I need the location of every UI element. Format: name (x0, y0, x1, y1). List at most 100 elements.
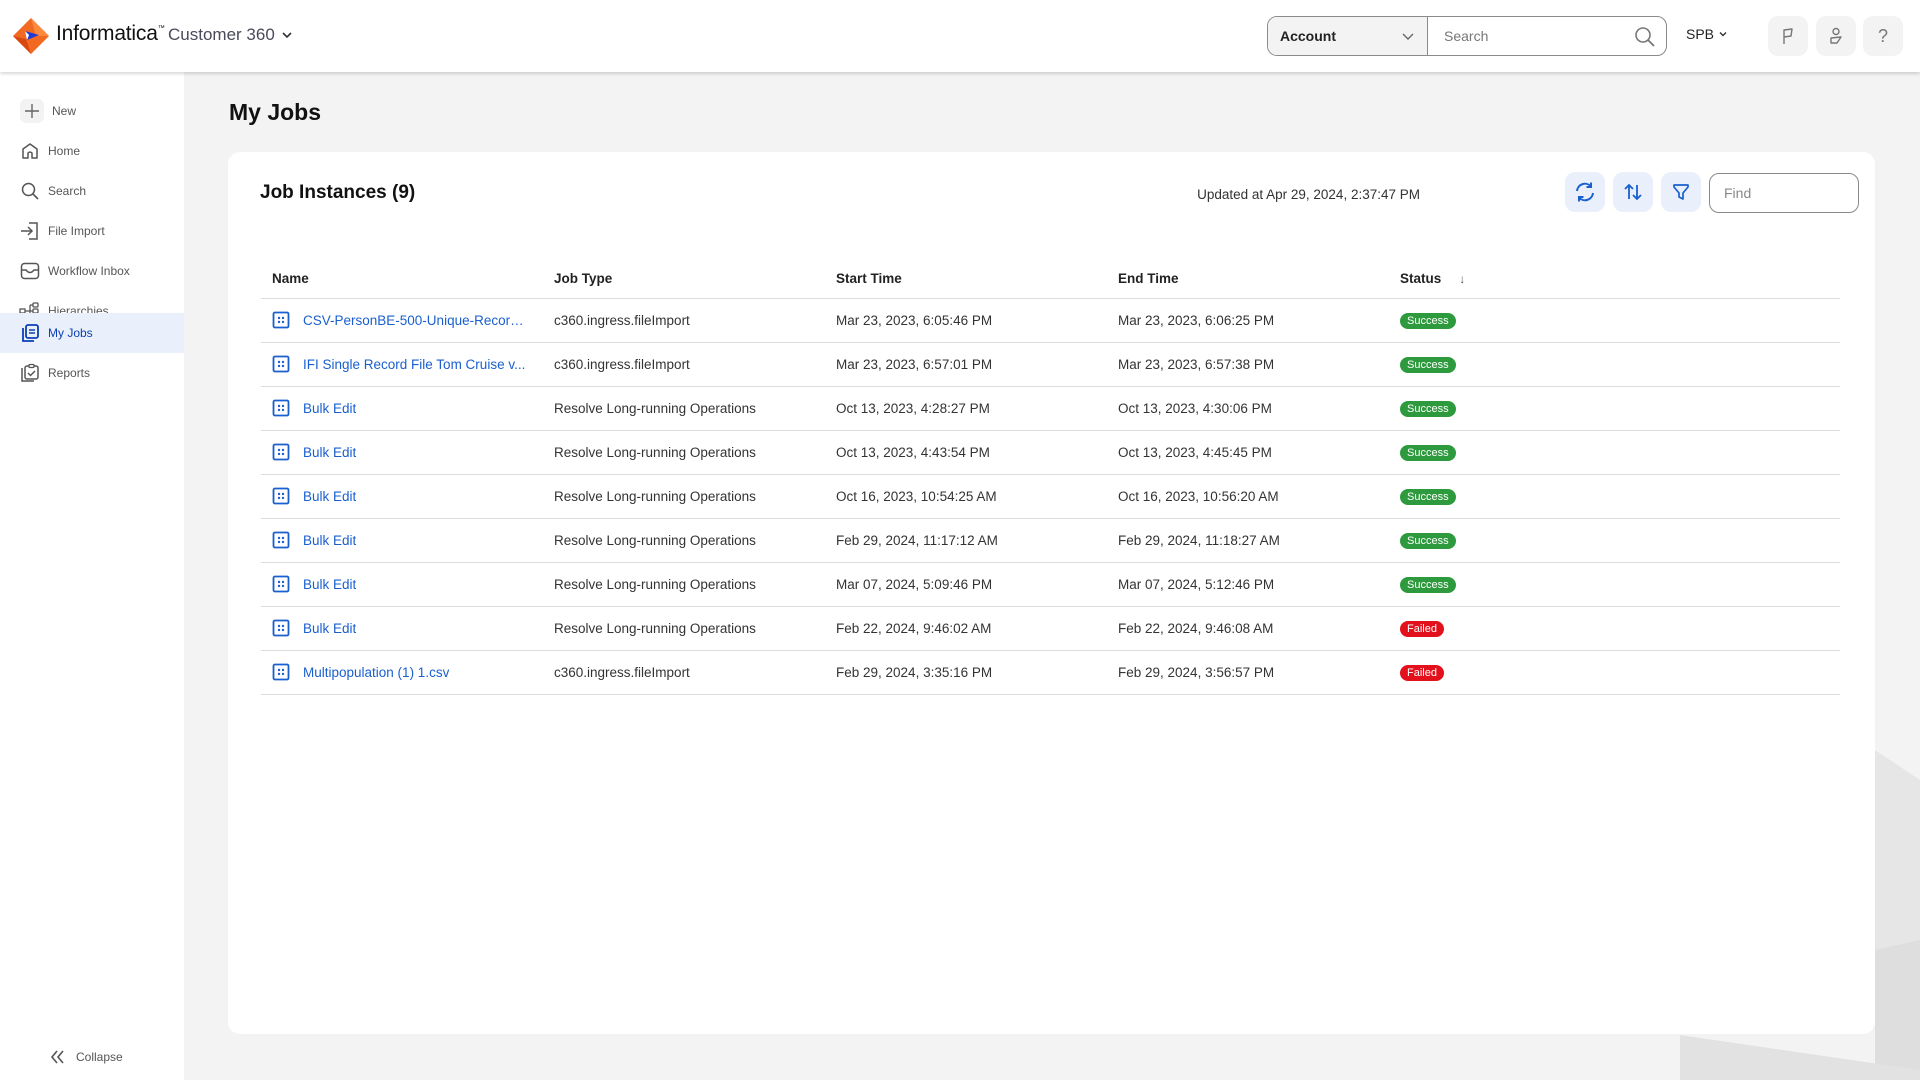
job-name-link[interactable]: Bulk Edit (303, 445, 356, 460)
sort-descending-icon[interactable]: ↓ (1459, 272, 1465, 286)
cell-start-time: Feb 29, 2024, 3:35:16 PM (825, 650, 1107, 695)
table-row[interactable]: Bulk Edit Resolve Long-running Operations… (261, 562, 1840, 607)
status-badge: Success (1400, 444, 1456, 461)
jobs-icon (19, 322, 41, 344)
cell-end-time: Mar 07, 2024, 5:12:46 PM (1107, 562, 1389, 607)
filter-button[interactable] (1661, 172, 1701, 212)
cell-end-time: Oct 13, 2023, 4:45:45 PM (1107, 430, 1389, 475)
job-name-link[interactable]: Multipopulation (1) 1.csv (303, 665, 449, 680)
column-header-job-type[interactable]: Job Type (543, 260, 825, 299)
cell-job-type: Resolve Long-running Operations (543, 386, 825, 431)
cell-start-time: Feb 29, 2024, 11:17:12 AM (825, 518, 1107, 563)
job-name-link[interactable]: IFI Single Record File Tom Cruise v... (303, 357, 525, 372)
column-header-status[interactable]: Status ↓ (1389, 260, 1840, 299)
sidebar-item-my-jobs[interactable]: My Jobs (0, 313, 184, 353)
name-cell: Bulk Edit (272, 399, 543, 417)
table-row[interactable]: Multipopulation (1) 1.csv c360.ingress.fi… (261, 650, 1840, 695)
informatica-logo-icon (13, 18, 49, 54)
status-badge: Success (1400, 400, 1456, 417)
cell-job-type: Resolve Long-running Operations (543, 474, 825, 519)
home-icon (19, 140, 41, 162)
sidebar-item-home[interactable]: Home (0, 131, 184, 171)
help-button[interactable]: ? (1863, 16, 1903, 56)
job-name-link[interactable]: Bulk Edit (303, 621, 356, 636)
table-row[interactable]: IFI Single Record File Tom Cruise v... c3… (261, 342, 1840, 387)
find-input[interactable] (1709, 173, 1859, 213)
search-input-wrapper (1428, 17, 1666, 55)
double-chevron-left-icon (50, 1050, 64, 1064)
job-name-link[interactable]: Bulk Edit (303, 401, 356, 416)
job-name-link[interactable]: CSV-PersonBE-500-Unique-Record... (303, 313, 526, 328)
table-row[interactable]: Bulk Edit Resolve Long-running Operations… (261, 474, 1840, 519)
column-label: Start Time (836, 271, 902, 287)
org-switcher[interactable]: SPB (1686, 26, 1728, 42)
app-switcher[interactable]: Customer 360 (168, 25, 293, 45)
sidebar-item-label: Search (48, 184, 87, 198)
search-input[interactable] (1428, 17, 1666, 55)
table-row[interactable]: Bulk Edit Resolve Long-running Operations… (261, 518, 1840, 563)
status-badge: Success (1400, 356, 1456, 373)
cell-start-time: Oct 13, 2023, 4:43:54 PM (825, 430, 1107, 475)
record-icon (272, 487, 290, 505)
name-cell: Bulk Edit (272, 619, 543, 637)
page-title: My Jobs (229, 99, 322, 125)
cell-end-time: Oct 16, 2023, 10:56:20 AM (1107, 474, 1389, 519)
cell-status: Success (1389, 342, 1840, 387)
collapse-label: Collapse (76, 1050, 123, 1064)
cell-start-time: Mar 23, 2023, 6:05:46 PM (825, 298, 1107, 343)
collapse-sidebar-button[interactable]: Collapse (50, 1050, 123, 1064)
cell-name: Bulk Edit (261, 474, 543, 519)
reports-icon (19, 362, 41, 384)
cell-job-type: c360.ingress.fileImport (543, 298, 825, 343)
refresh-button[interactable] (1565, 172, 1605, 212)
status-badge: Success (1400, 576, 1456, 593)
job-name-link[interactable]: Bulk Edit (303, 577, 356, 592)
brand-name: Informatica™ (56, 22, 165, 46)
sort-button[interactable] (1613, 172, 1653, 212)
cell-job-type: Resolve Long-running Operations (543, 430, 825, 475)
cell-status: Success (1389, 562, 1840, 607)
sidebar-item-reports[interactable]: Reports (0, 353, 184, 393)
sidebar-item-search[interactable]: Search (0, 171, 184, 211)
cell-end-time: Feb 29, 2024, 3:56:57 PM (1107, 650, 1389, 695)
column-header-name[interactable]: Name (261, 260, 543, 299)
table-row[interactable]: Bulk Edit Resolve Long-running Operations… (261, 430, 1840, 475)
cell-status: Success (1389, 474, 1840, 519)
cell-end-time: Oct 13, 2023, 4:30:06 PM (1107, 386, 1389, 431)
table-row[interactable]: Bulk Edit Resolve Long-running Operations… (261, 606, 1840, 651)
job-name-link[interactable]: Bulk Edit (303, 489, 356, 504)
table-row[interactable]: CSV-PersonBE-500-Unique-Record... c360.in… (261, 298, 1840, 343)
cell-name: Multipopulation (1) 1.csv (261, 650, 543, 695)
search-icon[interactable] (1634, 26, 1656, 48)
user-profile-button[interactable] (1816, 16, 1856, 56)
search-type-dropdown[interactable]: Account (1268, 17, 1428, 55)
name-cell: IFI Single Record File Tom Cruise v... (272, 355, 543, 373)
job-instances-card: Job Instances (9) Updated at Apr 29, 202… (228, 152, 1875, 1034)
notifications-button[interactable] (1768, 16, 1808, 56)
brand-text: Informatica (56, 22, 158, 45)
cell-end-time: Mar 23, 2023, 6:06:25 PM (1107, 298, 1389, 343)
table-row[interactable]: Bulk Edit Resolve Long-running Operations… (261, 386, 1840, 431)
sidebar-item-workflow-inbox[interactable]: Workflow Inbox (0, 251, 184, 291)
flag-icon (1783, 28, 1793, 44)
search-type-value: Account (1280, 28, 1336, 44)
user-icon (1830, 27, 1842, 44)
column-label: Status (1400, 271, 1442, 287)
cell-start-time: Mar 23, 2023, 6:57:01 PM (825, 342, 1107, 387)
sort-icon (1624, 183, 1642, 201)
name-cell: Multipopulation (1) 1.csv (272, 663, 543, 681)
inbox-icon (19, 260, 41, 282)
sidebar-item-label: File Import (48, 224, 105, 238)
column-header-start-time[interactable]: Start Time (825, 260, 1107, 299)
job-name-link[interactable]: Bulk Edit (303, 533, 356, 548)
sidebar-item-file-import[interactable]: File Import (0, 211, 184, 251)
status-badge: Success (1400, 488, 1456, 505)
help-icon: ? (1877, 25, 1888, 46)
sidebar-item-new[interactable]: New (0, 91, 184, 131)
cell-end-time: Feb 22, 2024, 9:46:08 AM (1107, 606, 1389, 651)
job-instances-table: Name Job Type Start Time End Time Status… (261, 260, 1840, 695)
cell-name: IFI Single Record File Tom Cruise v... (261, 342, 543, 387)
name-cell: Bulk Edit (272, 487, 543, 505)
cell-job-type: Resolve Long-running Operations (543, 518, 825, 563)
column-header-end-time[interactable]: End Time (1107, 260, 1389, 299)
